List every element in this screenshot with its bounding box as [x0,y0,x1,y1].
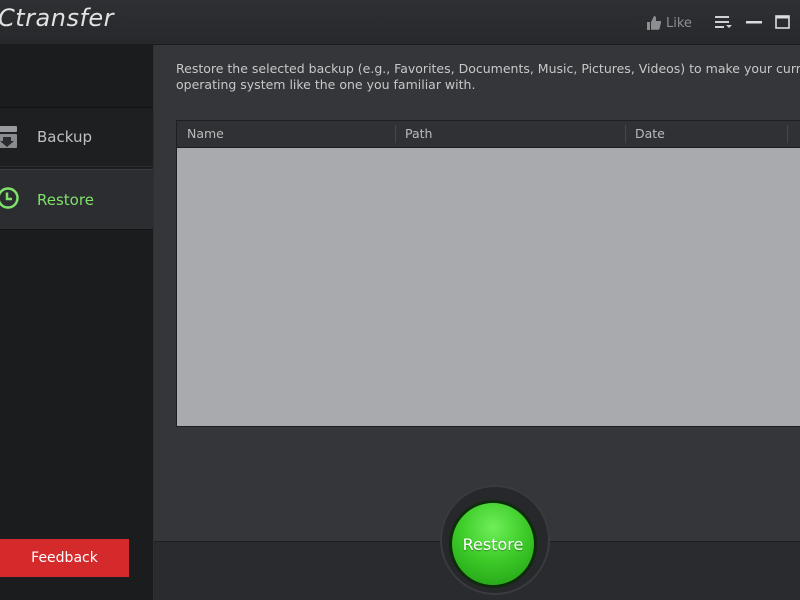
main-panel: Restore the selected backup (e.g., Favor… [154,45,800,600]
description-text: Restore the selected backup (e.g., Favor… [176,61,800,93]
minimize-icon[interactable] [745,13,763,31]
backup-table[interactable]: Name Path Date [176,120,800,427]
restore-button[interactable]: Restore [449,500,537,588]
backup-icon [0,126,17,148]
like-button[interactable]: Like [646,14,692,32]
column-header-path[interactable]: Path [395,121,625,147]
sidebar: Backup Restore Feedback [0,45,154,600]
sidebar-item-backup[interactable]: Backup [0,107,153,167]
maximize-icon[interactable] [774,13,792,31]
clock-icon [0,187,19,209]
column-header-name[interactable]: Name [177,121,395,147]
sidebar-item-label: Restore [37,190,94,209]
description-line: Restore the selected backup (e.g., Favor… [176,61,800,76]
like-label: Like [666,15,692,31]
table-header: Name Path Date [177,121,800,148]
feedback-button[interactable]: Feedback [0,539,129,577]
description-line: operating system like the one you famili… [176,77,476,92]
title-bar: Ctransfer Like [0,0,800,45]
sidebar-item-restore[interactable]: Restore [0,169,153,230]
app-window: Ctransfer Like Backup Restore Feedback R… [0,0,800,600]
app-title: Ctransfer [0,4,115,32]
sidebar-item-label: Backup [37,128,92,146]
menu-icon[interactable] [714,13,732,31]
thumbs-up-icon [647,16,662,30]
column-header-date[interactable]: Date [625,121,787,147]
column-divider [787,125,788,143]
